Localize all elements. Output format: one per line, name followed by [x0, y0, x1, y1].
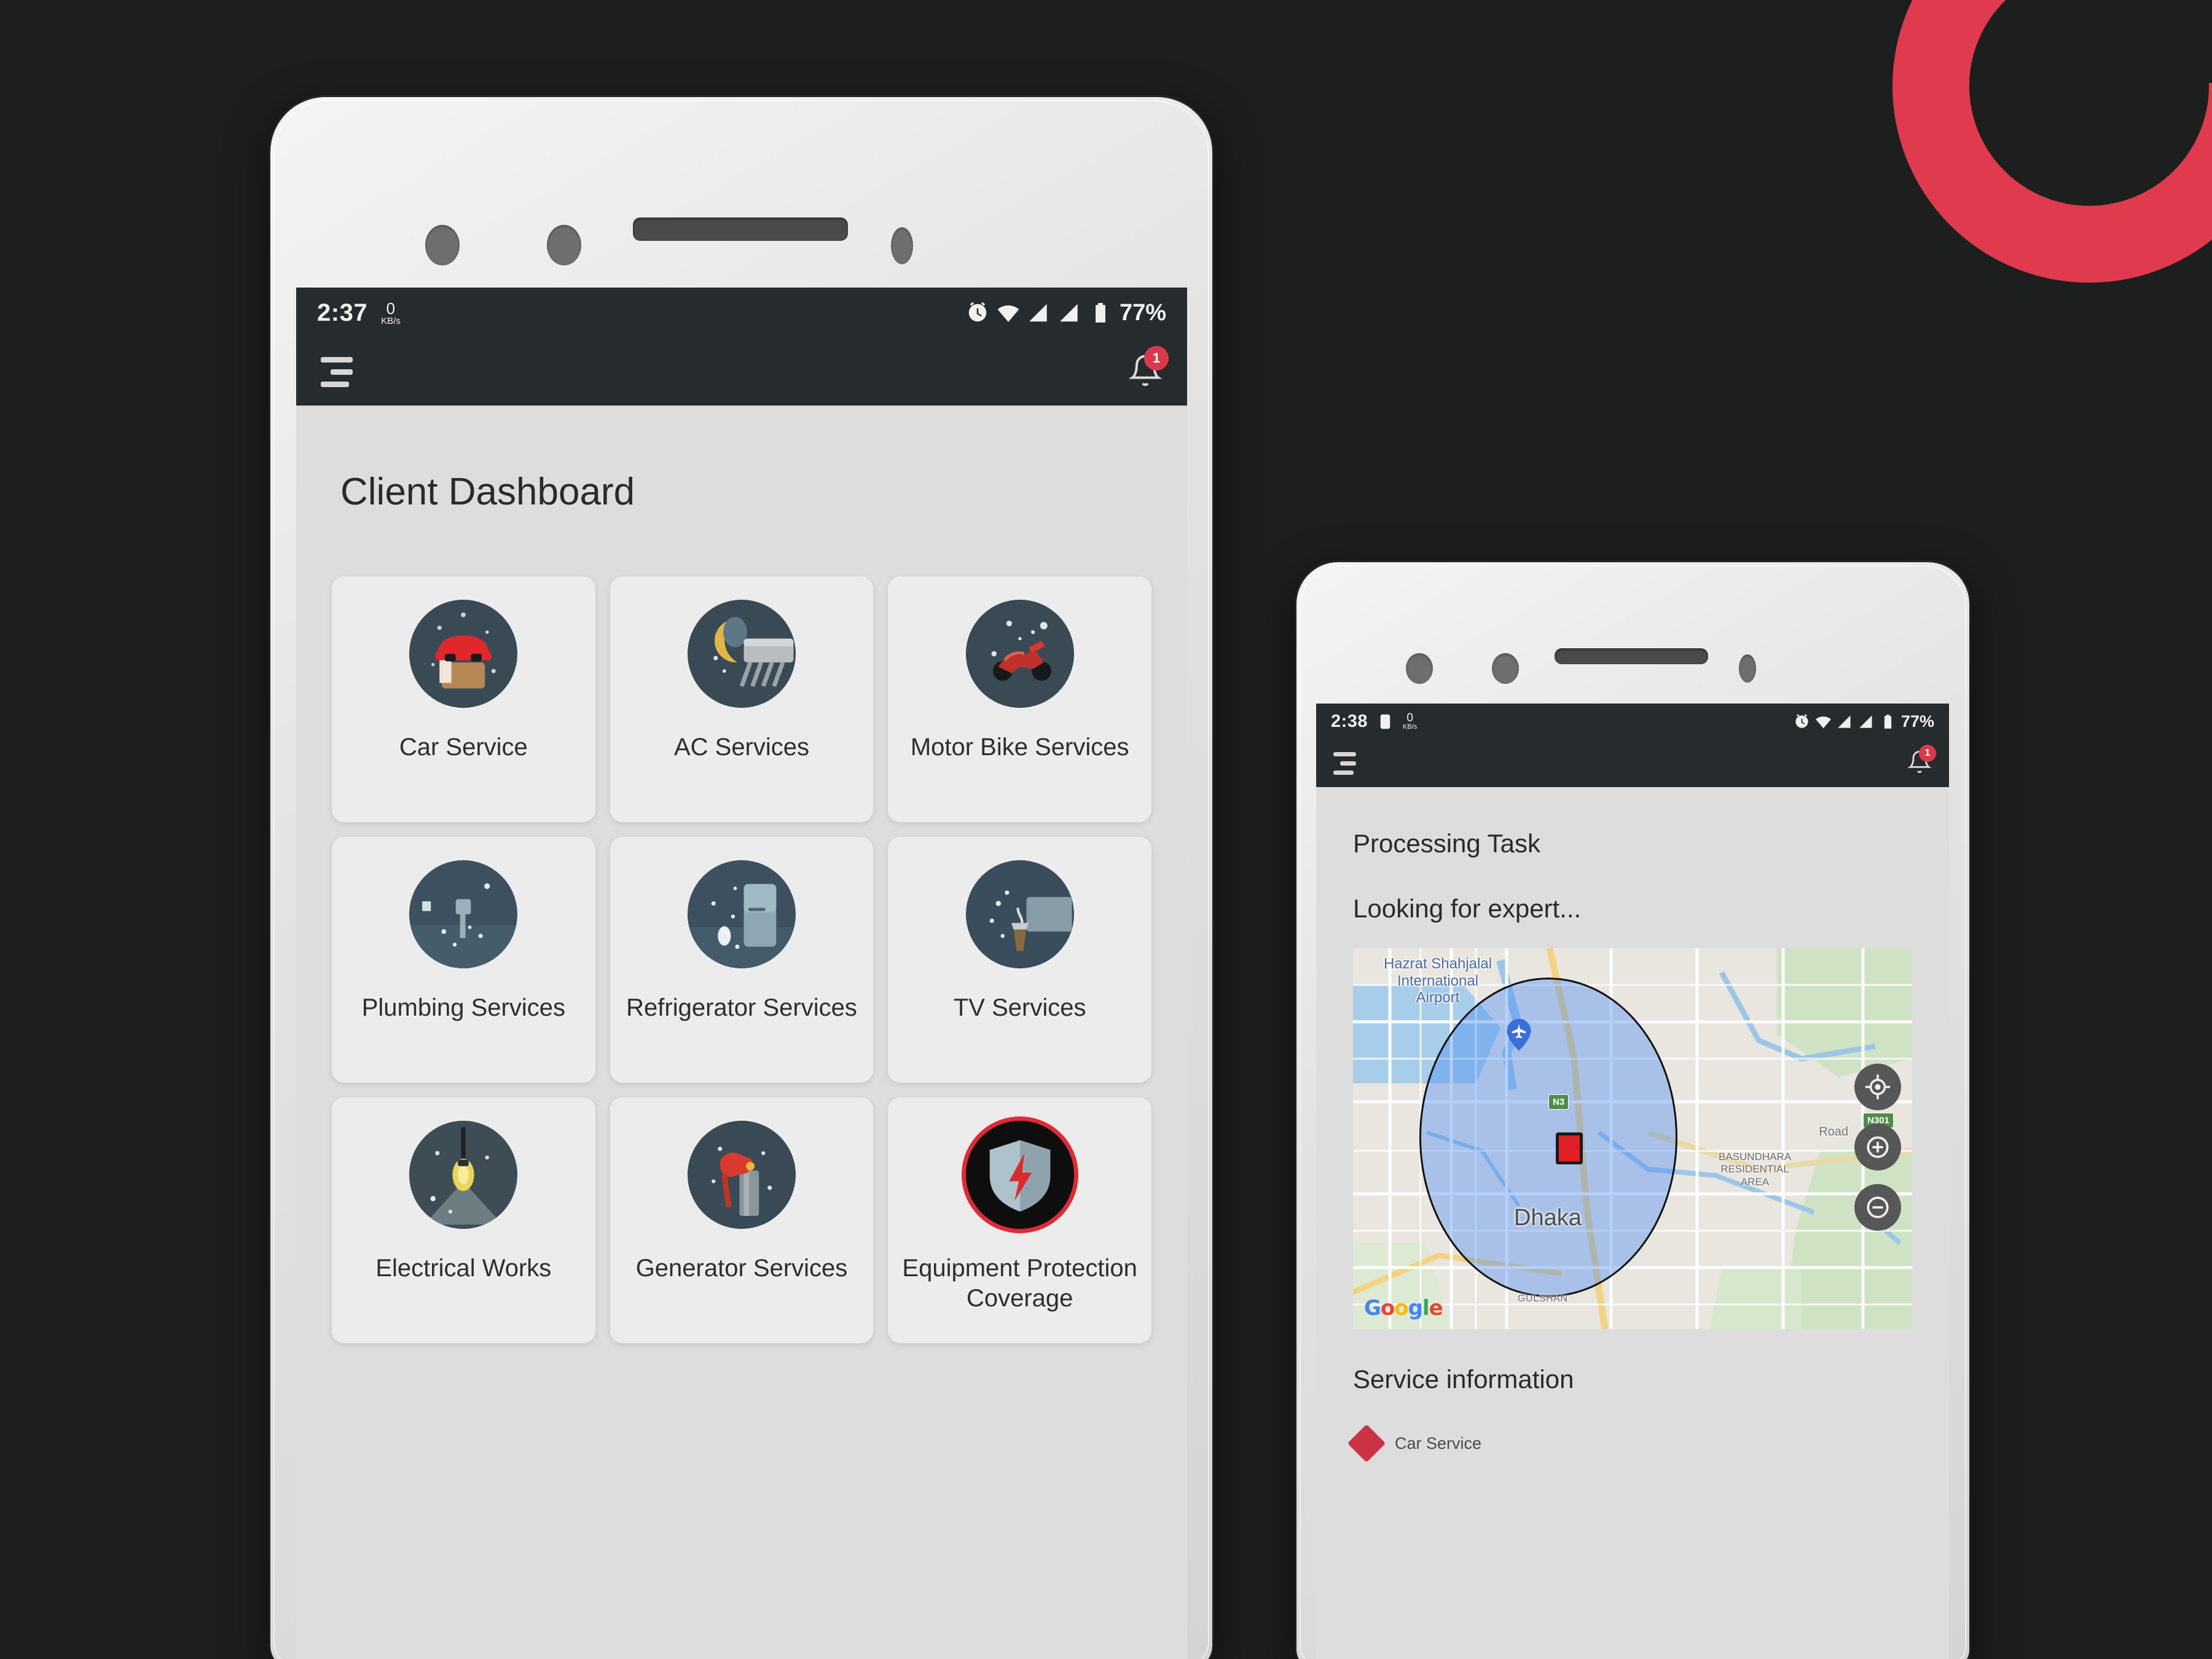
- electrical-works-icon: [409, 1121, 518, 1229]
- front-camera-icon: [1406, 653, 1433, 684]
- wifi-icon: [1816, 716, 1831, 728]
- service-card-tv-services[interactable]: TV Services: [888, 837, 1151, 1083]
- red-ring-decoration: [1892, 0, 2212, 283]
- generator-service-icon: [687, 1121, 796, 1229]
- service-card-plumbing-services[interactable]: Plumbing Services: [332, 837, 595, 1083]
- battery-icon: [1884, 714, 1892, 729]
- notification-bell-button[interactable]: 1: [1907, 744, 1936, 777]
- network-rate-value: 0: [386, 299, 396, 318]
- car-service-icon: [409, 600, 518, 708]
- map-view[interactable]: Hazrat Shahjalal International Airport N…: [1353, 948, 1912, 1329]
- service-card-motor-bike-services[interactable]: Motor Bike Services: [888, 576, 1151, 822]
- notification-bell-button[interactable]: 1: [1128, 345, 1169, 391]
- service-card-label: Refrigerator Services: [626, 994, 857, 1021]
- front-camera-icon: [425, 225, 460, 265]
- battery-percentage: 77%: [1900, 712, 1934, 731]
- network-rate-unit: KB/s: [381, 315, 401, 326]
- service-card-generator-services[interactable]: Generator Services: [610, 1097, 874, 1343]
- dashboard-body: Client Dashboard Car Service AC Services…: [296, 406, 1187, 1343]
- red-square-marker-icon: [1556, 1132, 1583, 1164]
- service-card-refrigerator-services[interactable]: Refrigerator Services: [610, 837, 874, 1083]
- service-information-item: Car Service: [1316, 1394, 1949, 1463]
- proximity-sensor-icon: [1492, 653, 1519, 684]
- google-letter: l: [1422, 1296, 1430, 1320]
- status-bar: 2:38 0 KB/s 77%: [1316, 704, 1949, 739]
- service-card-label: Electrical Works: [375, 1255, 552, 1282]
- google-letter: G: [1364, 1296, 1381, 1320]
- service-card-label: Generator Services: [635, 1255, 848, 1282]
- service-card-equipment-protection-coverage[interactable]: Equipment Protection Coverage: [888, 1097, 1151, 1343]
- google-letter: o: [1394, 1296, 1408, 1320]
- google-attribution-logo: Google: [1364, 1296, 1443, 1320]
- network-rate-indicator: 0 KB/s: [1403, 712, 1417, 731]
- light-sensor-icon: [891, 227, 913, 264]
- google-letter: e: [1429, 1296, 1443, 1320]
- phone2-screen: 2:38 0 KB/s 77% 1 Processing Task Lookin…: [1316, 704, 1949, 1659]
- zoom-out-button[interactable]: [1854, 1184, 1901, 1231]
- service-card-car-service[interactable]: Car Service: [332, 576, 595, 822]
- service-card-label: TV Services: [953, 994, 1086, 1021]
- shield-protection-icon: [965, 1121, 1074, 1229]
- refrigerator-service-icon: [687, 860, 796, 968]
- section-title: Processing Task: [1353, 829, 1541, 858]
- tv-service-icon: [965, 860, 1074, 968]
- hamburger-menu-icon[interactable]: [321, 356, 353, 387]
- diamond-marker-icon: [1347, 1424, 1386, 1463]
- status-text: Looking for expert...: [1353, 894, 1582, 923]
- service-card-electrical-works[interactable]: Electrical Works: [332, 1097, 595, 1343]
- phone-device-dashboard: 2:37 0 KB/s 77% 1 Client Dashboard Car S…: [270, 97, 1212, 1659]
- google-letter: g: [1408, 1296, 1423, 1320]
- zoom-in-button[interactable]: [1854, 1124, 1901, 1171]
- alarm-icon: [1795, 713, 1808, 728]
- phone1-screen: 2:37 0 KB/s 77% 1 Client Dashboard Car S…: [296, 288, 1187, 1659]
- app-bar: 1: [1316, 739, 1949, 787]
- signal-bar-icon: [1859, 715, 1872, 728]
- motorbike-service-icon: [965, 600, 1074, 708]
- battery-percentage: 77%: [1119, 299, 1166, 326]
- app-bar: 1: [296, 338, 1187, 406]
- status-time: 2:37: [317, 299, 368, 326]
- service-information-label: Car Service: [1395, 1433, 1482, 1453]
- notification-badge: 1: [1144, 345, 1169, 371]
- service-information-heading: Service information: [1353, 1365, 1574, 1394]
- alarm-icon: [968, 302, 987, 322]
- service-card-ac-services[interactable]: AC Services: [610, 576, 874, 822]
- notification-badge: 1: [1919, 744, 1936, 762]
- service-card-label: Car Service: [399, 734, 528, 761]
- wifi-icon: [997, 305, 1019, 323]
- proximity-sensor-icon: [547, 225, 581, 265]
- service-card-label: Plumbing Services: [361, 994, 565, 1021]
- network-rate-unit: KB/s: [1403, 723, 1418, 731]
- service-grid: Car Service AC Services Motor Bike Servi…: [296, 514, 1187, 1343]
- status-bar: 2:37 0 KB/s 77%: [296, 288, 1187, 338]
- search-radius-circle: [1419, 978, 1677, 1297]
- phone-device-processing-task: 2:38 0 KB/s 77% 1 Processing Task Lookin…: [1296, 562, 1969, 1659]
- service-card-label: Equipment Protection Coverage: [902, 1255, 1137, 1312]
- earpiece-speaker-icon: [1555, 648, 1708, 664]
- road-shield-n3: N3: [1548, 1094, 1569, 1110]
- service-card-label: AC Services: [673, 734, 810, 761]
- my-location-button[interactable]: [1854, 1064, 1901, 1110]
- signal-bar-icon: [1838, 715, 1851, 728]
- signal-bar-icon: [1060, 304, 1078, 322]
- map-controls: [1854, 1064, 1901, 1231]
- signal-bar-icon: [1029, 304, 1047, 322]
- light-sensor-icon: [1739, 654, 1756, 683]
- network-rate-indicator: 0 KB/s: [381, 300, 401, 326]
- status-time: 2:38: [1331, 711, 1368, 731]
- plumbing-service-icon: [409, 860, 518, 968]
- hamburger-menu-icon[interactable]: [1333, 751, 1356, 775]
- plus-icon: [1867, 1136, 1889, 1158]
- crosshair-icon: [1865, 1074, 1891, 1100]
- minus-icon: [1867, 1196, 1889, 1218]
- airport-pin-icon: [1507, 1019, 1531, 1054]
- page-title: Client Dashboard: [340, 471, 635, 513]
- battery-icon: [1096, 303, 1105, 323]
- earpiece-speaker-icon: [633, 218, 848, 241]
- google-letter: o: [1380, 1296, 1395, 1320]
- ac-service-icon: [687, 600, 796, 708]
- network-rate-value: 0: [1406, 712, 1413, 724]
- screenshot-icon: [1380, 714, 1390, 729]
- service-card-label: Motor Bike Services: [910, 734, 1129, 761]
